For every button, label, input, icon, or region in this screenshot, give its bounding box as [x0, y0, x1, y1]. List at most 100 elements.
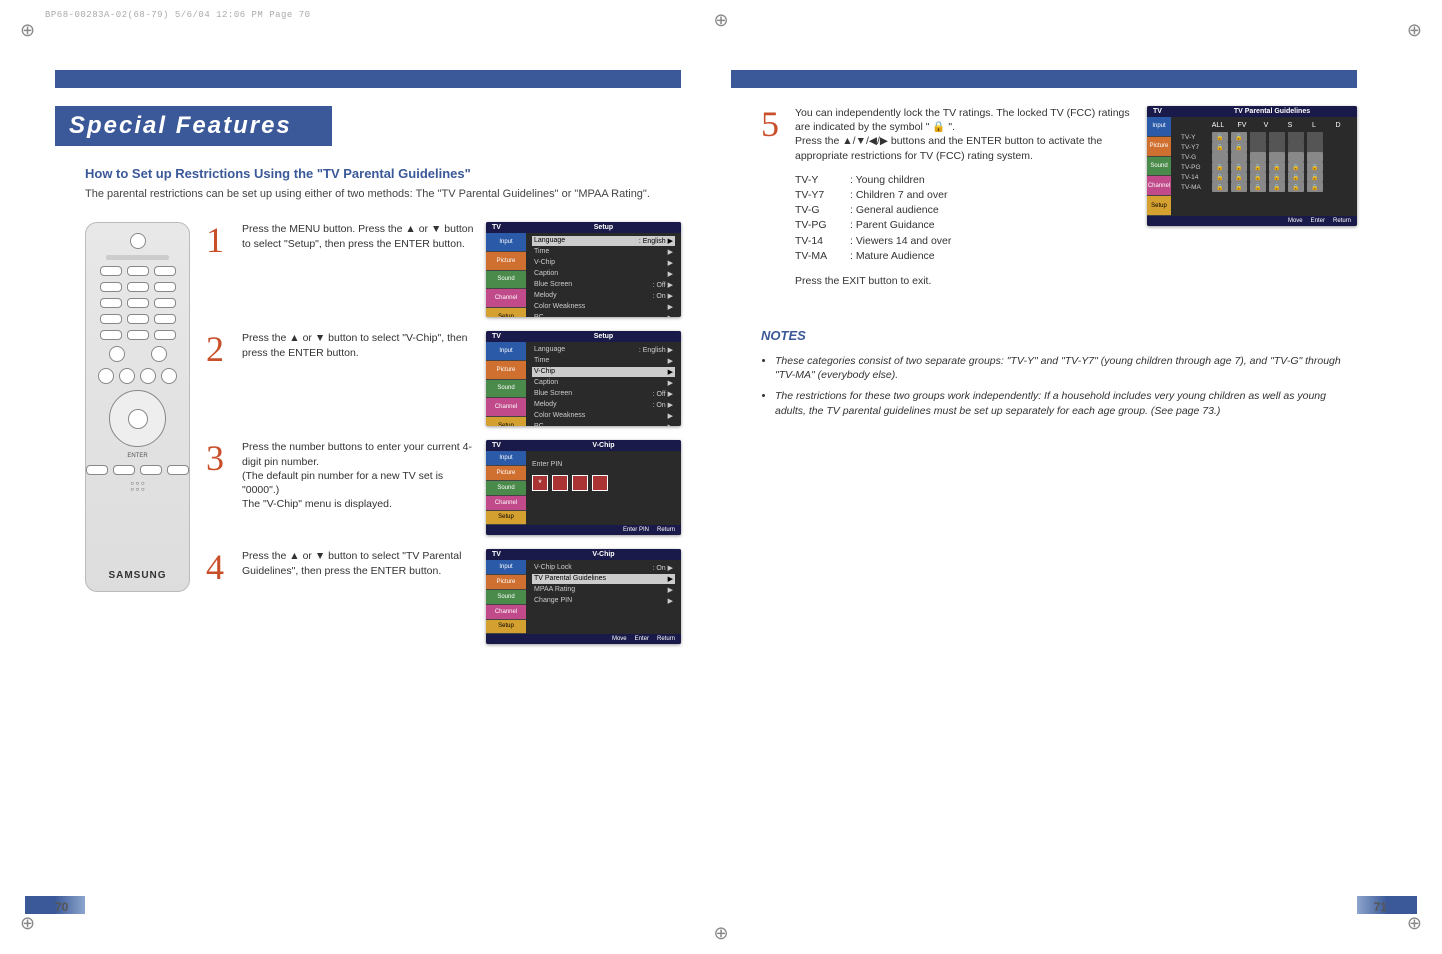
tv-sidebar-item: Setup	[486, 417, 526, 427]
footer-hint: Move	[1288, 218, 1303, 224]
footer-hint: Return	[657, 527, 675, 533]
menu-row: Time ▶	[532, 356, 675, 366]
menu-row: Language: English ▶	[532, 236, 675, 246]
grid-cell	[1288, 142, 1304, 152]
grid-cell: 🔒	[1288, 162, 1304, 172]
step-number: 2	[206, 331, 230, 367]
note-item: The restrictions for these two groups wo…	[775, 389, 1357, 418]
grid-row: TV-Y7🔒🔒	[1177, 142, 1351, 152]
menu-row: Caption ▶	[532, 378, 675, 388]
menu-row: V-Chip ▶	[532, 367, 675, 377]
crop-mark: ⊕	[20, 913, 35, 934]
menu-row: Color Weakness ▶	[532, 411, 675, 421]
step-number: 5	[761, 106, 785, 288]
grid-cell: 🔒	[1250, 172, 1266, 182]
tv-sidebar-item: Channel	[1147, 176, 1171, 196]
step-text: You can independently lock the TV rating…	[795, 106, 1137, 163]
grid-col-header: L	[1305, 122, 1323, 129]
menu-row: PC ▶	[532, 422, 675, 426]
exit-text: Press the EXIT button to exit.	[795, 274, 1137, 288]
grid-row: TV-Y🔒🔒	[1177, 132, 1351, 142]
grid-cell: 🔒	[1288, 172, 1304, 182]
step-number: 1	[206, 222, 230, 258]
rating-row: TV-Y7: Children 7 and over	[795, 188, 1137, 203]
tv-parental-grid: TV TV Parental Guidelines InputPictureSo…	[1147, 106, 1357, 226]
grid-col-header: D	[1329, 122, 1347, 129]
menu-row: Color Weakness ▶	[532, 302, 675, 312]
grid-cell	[1212, 152, 1228, 162]
grid-cell	[1250, 152, 1266, 162]
remote-brand-label: SAMSUNG	[108, 570, 166, 581]
grid-col-header: ALL	[1209, 122, 1227, 129]
section-heading: How to Set up Restrictions Using the "TV…	[85, 166, 681, 181]
step-text: Press the MENU button. Press the ▲ or ▼ …	[242, 222, 474, 250]
rating-row: TV-MA: Mature Audience	[795, 249, 1137, 264]
menu-row: PC ▶	[532, 313, 675, 317]
step-row: 1 Press the MENU button. Press the ▲ or …	[206, 222, 681, 317]
file-info: BP68-00283A-02(68-79) 5/6/04 12:06 PM Pa…	[45, 10, 311, 20]
tv-sidebar-item: Input	[486, 342, 526, 361]
grid-row: TV-G	[1177, 152, 1351, 162]
grid-cell: 🔒	[1231, 142, 1247, 152]
tv-label: TV	[1153, 108, 1193, 115]
menu-row: V-Chip Lock: On ▶	[532, 563, 675, 573]
grid-cell	[1307, 132, 1323, 142]
note-item: These categories consist of two separate…	[775, 354, 1357, 383]
step-row: 2 Press the ▲ or ▼ button to select "V-C…	[206, 331, 681, 426]
tv-sidebar-item: Setup	[486, 511, 526, 526]
tv-sidebar-item: Setup	[486, 620, 526, 635]
enter-pin-label: Enter PIN	[532, 461, 562, 468]
tv-sidebar-item: Sound	[486, 481, 526, 496]
grid-cell: 🔒	[1231, 132, 1247, 142]
notes-heading: NOTES	[761, 328, 1357, 343]
menu-row: Caption ▶	[532, 269, 675, 279]
grid-cell	[1269, 142, 1285, 152]
menu-row: Blue Screen: Off ▶	[532, 389, 675, 399]
grid-cell	[1307, 142, 1323, 152]
menu-row: Time ▶	[532, 247, 675, 257]
grid-title: TV Parental Guidelines	[1193, 108, 1351, 115]
tv-sidebar-item: Input	[486, 560, 526, 575]
grid-col-header: FV	[1233, 122, 1251, 129]
enter-label: ENTER	[127, 453, 147, 459]
grid-cell: 🔒	[1231, 182, 1247, 192]
grid-cell: 🔒	[1269, 182, 1285, 192]
menu-row: Melody: On ▶	[532, 291, 675, 301]
grid-cell: 🔒	[1231, 162, 1247, 172]
grid-cell	[1269, 152, 1285, 162]
grid-cell: 🔒	[1212, 132, 1228, 142]
rating-row: TV-Y: Young children	[795, 173, 1137, 188]
chapter-title: Special Features	[55, 106, 332, 146]
crop-mark: ⊕	[20, 20, 35, 41]
grid-row: TV-14🔒🔒🔒🔒🔒🔒	[1177, 172, 1351, 182]
tv-sidebar-item: Picture	[486, 361, 526, 380]
tv-sidebar-item: Channel	[486, 496, 526, 511]
rating-row: TV-14: Viewers 14 and over	[795, 234, 1137, 249]
step-text: Press the ▲ or ▼ button to select "TV Pa…	[242, 549, 474, 577]
grid-cell: 🔒	[1269, 162, 1285, 172]
tv-menu-screenshot: TVV-Chip InputPictureSoundChannelSetup E…	[486, 440, 681, 535]
step-number: 4	[206, 549, 230, 585]
footer-hint: Return	[657, 636, 675, 642]
page-number-right: 71	[1374, 900, 1387, 914]
menu-row: Language: English ▶	[532, 345, 675, 355]
tv-sidebar-item: Setup	[1147, 196, 1171, 216]
d-pad	[109, 390, 166, 447]
tv-sidebar-item: Picture	[1147, 137, 1171, 157]
menu-row: Blue Screen: Off ▶	[532, 280, 675, 290]
grid-cell	[1250, 132, 1266, 142]
tv-menu-screenshot: TVV-Chip InputPictureSoundChannelSetup V…	[486, 549, 681, 644]
grid-cell	[1231, 152, 1247, 162]
grid-cell: 🔒	[1307, 182, 1323, 192]
tv-sidebar-item: Input	[1147, 117, 1171, 137]
tv-sidebar-item: Picture	[486, 466, 526, 481]
tv-sidebar-item: Channel	[486, 605, 526, 620]
grid-col-header: S	[1281, 122, 1299, 129]
pin-boxes: *	[532, 475, 608, 491]
grid-col-header: V	[1257, 122, 1275, 129]
tv-sidebar-item: Picture	[486, 252, 526, 271]
grid-cell	[1288, 132, 1304, 142]
tv-menu-screenshot: TVSetup InputPictureSoundChannelSetup La…	[486, 331, 681, 426]
footer-hint: Enter PIN	[623, 527, 649, 533]
menu-row: Change PIN ▶	[532, 596, 675, 606]
